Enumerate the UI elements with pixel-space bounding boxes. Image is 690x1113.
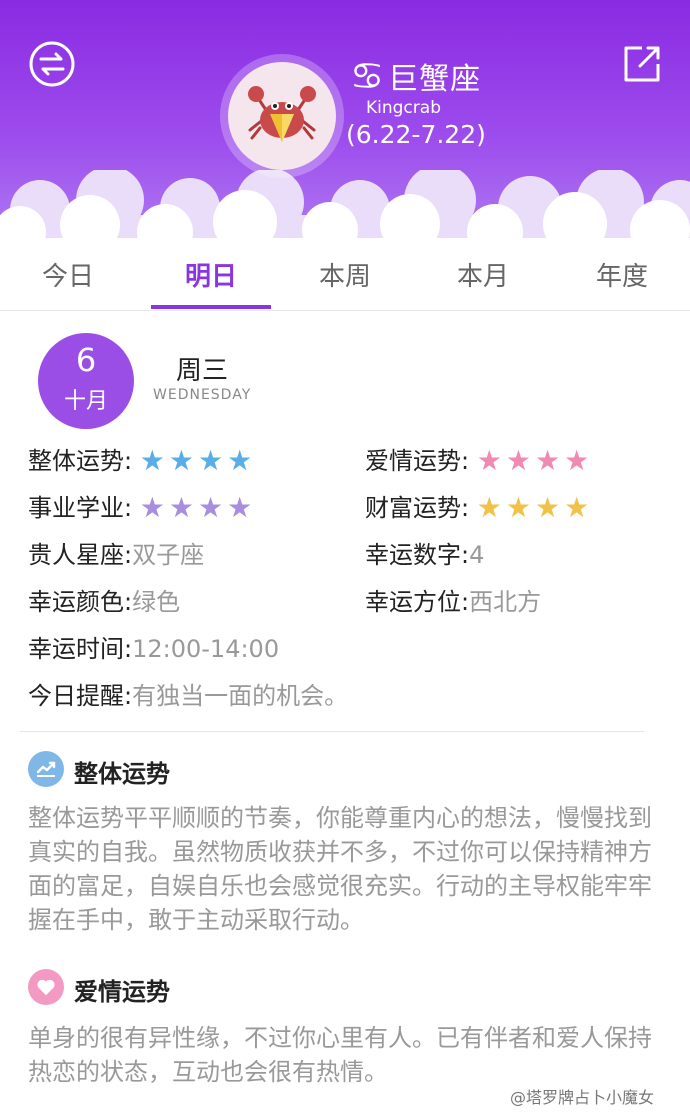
overall-section-title: 整体运势 [74, 760, 170, 788]
period-tabs: 今日 明日 本周 本月 年度 [0, 248, 690, 311]
lucky-color-value: 绿色 [132, 588, 181, 616]
date-badge: 6 十月 [38, 333, 134, 429]
tab-week[interactable]: 本周 [285, 248, 405, 310]
lucky-direction-label: 幸运方位: [365, 588, 470, 616]
lucky-color-label: 幸运颜色: [28, 588, 133, 616]
career-stars: ★ ★ ★ ★ [140, 494, 256, 524]
tab-month[interactable]: 本月 [423, 248, 543, 310]
lucky-number-value: 4 [469, 541, 485, 569]
noble-label: 贵人星座: [28, 541, 133, 569]
weekday-english: WEDNESDAY [153, 387, 252, 403]
chart-icon [28, 751, 64, 787]
star-icon: ★ [168, 491, 194, 524]
star-icon: ★ [505, 444, 531, 477]
career-fortune-row: 事业学业: ★ ★ ★ ★ [28, 493, 256, 524]
wealth-fortune-label: 财富运势: [365, 494, 470, 522]
header: ♋ 巨蟹座 Kingcrab (6.22-7.22) [0, 0, 690, 250]
overall-fortune-label: 整体运势: [28, 447, 133, 475]
overall-section-text: 整体运势平平顺顺的节奏，你能尊重内心的想法，慢慢找到真实的自我。虽然物质收获并不… [28, 804, 652, 934]
heart-icon [28, 969, 64, 1005]
star-icon: ★ [197, 491, 224, 524]
love-fortune-row: 爱情运势: ★ ★ ★ ★ [365, 446, 593, 477]
love-fortune-label: 爱情运势: [365, 447, 470, 475]
reminder-label: 今日提醒: [28, 682, 133, 710]
star-icon: ★ [139, 491, 165, 524]
star-icon: ★ [534, 491, 561, 524]
tab-tomorrow[interactable]: 明日 [151, 248, 271, 310]
zodiac-title: ♋ 巨蟹座 [350, 54, 481, 98]
star-icon: ★ [197, 444, 224, 477]
star-icon: ★ [476, 444, 502, 477]
lucky-number-label: 幸运数字: [365, 541, 470, 569]
love-stars: ★ ★ ★ ★ [477, 447, 593, 477]
date-day: 6 [75, 341, 97, 379]
zodiac-name: 巨蟹座 [388, 62, 482, 97]
divider [20, 731, 644, 732]
zodiac-english-name: Kingcrab [366, 98, 441, 118]
crab-icon [248, 86, 316, 142]
star-icon: ★ [168, 444, 194, 477]
swap-icon[interactable] [28, 40, 76, 88]
noble-value: 双子座 [132, 541, 205, 569]
noble-constellation-row: 贵人星座:双子座 [28, 540, 204, 570]
overall-fortune-row: 整体运势: ★ ★ ★ ★ [28, 446, 256, 477]
star-icon: ★ [476, 491, 502, 524]
date-month: 十月 [63, 389, 108, 414]
watermark: @塔罗牌占卜小魔女 [510, 1088, 655, 1107]
lucky-time-row: 幸运时间:12:00-14:00 [28, 634, 279, 664]
lucky-direction-row: 幸运方位:西北方 [365, 587, 541, 617]
star-icon: ★ [505, 491, 531, 524]
lucky-number-row: 幸运数字:4 [365, 540, 484, 570]
tab-today[interactable]: 今日 [8, 248, 128, 310]
tab-year[interactable]: 年度 [562, 248, 682, 310]
active-tab-indicator [151, 305, 271, 309]
lucky-direction-value: 西北方 [469, 588, 542, 616]
zodiac-avatar [220, 54, 344, 178]
cancer-symbol-icon: ♋ [350, 54, 385, 98]
wealth-fortune-row: 财富运势: ★ ★ ★ ★ [365, 493, 593, 524]
star-icon: ★ [227, 444, 253, 477]
lucky-time-value: 12:00-14:00 [132, 635, 280, 663]
lucky-color-row: 幸运颜色:绿色 [28, 587, 180, 617]
love-section-title: 爱情运势 [74, 978, 170, 1006]
love-section-text: 单身的很有异性缘，不过你心里有人。已有伴者和爱人保持热恋的状态，互动也会很有热情… [28, 1024, 652, 1086]
wealth-stars: ★ ★ ★ ★ [477, 494, 593, 524]
weekday-chinese: 周三 [176, 356, 229, 386]
reminder-value: 有独当一面的机会。 [132, 682, 349, 710]
lucky-time-label: 幸运时间: [28, 635, 133, 663]
career-fortune-label: 事业学业: [28, 494, 133, 522]
reminder-row: 今日提醒:有独当一面的机会。 [28, 681, 348, 711]
zodiac-date-range: (6.22-7.22) [346, 120, 486, 149]
star-icon: ★ [227, 491, 253, 524]
overall-stars: ★ ★ ★ ★ [140, 447, 256, 477]
share-icon[interactable] [618, 40, 666, 88]
star-icon: ★ [564, 444, 590, 477]
star-icon: ★ [534, 444, 561, 477]
star-icon: ★ [564, 491, 590, 524]
clouds-decoration [0, 170, 690, 250]
star-icon: ★ [139, 444, 165, 477]
